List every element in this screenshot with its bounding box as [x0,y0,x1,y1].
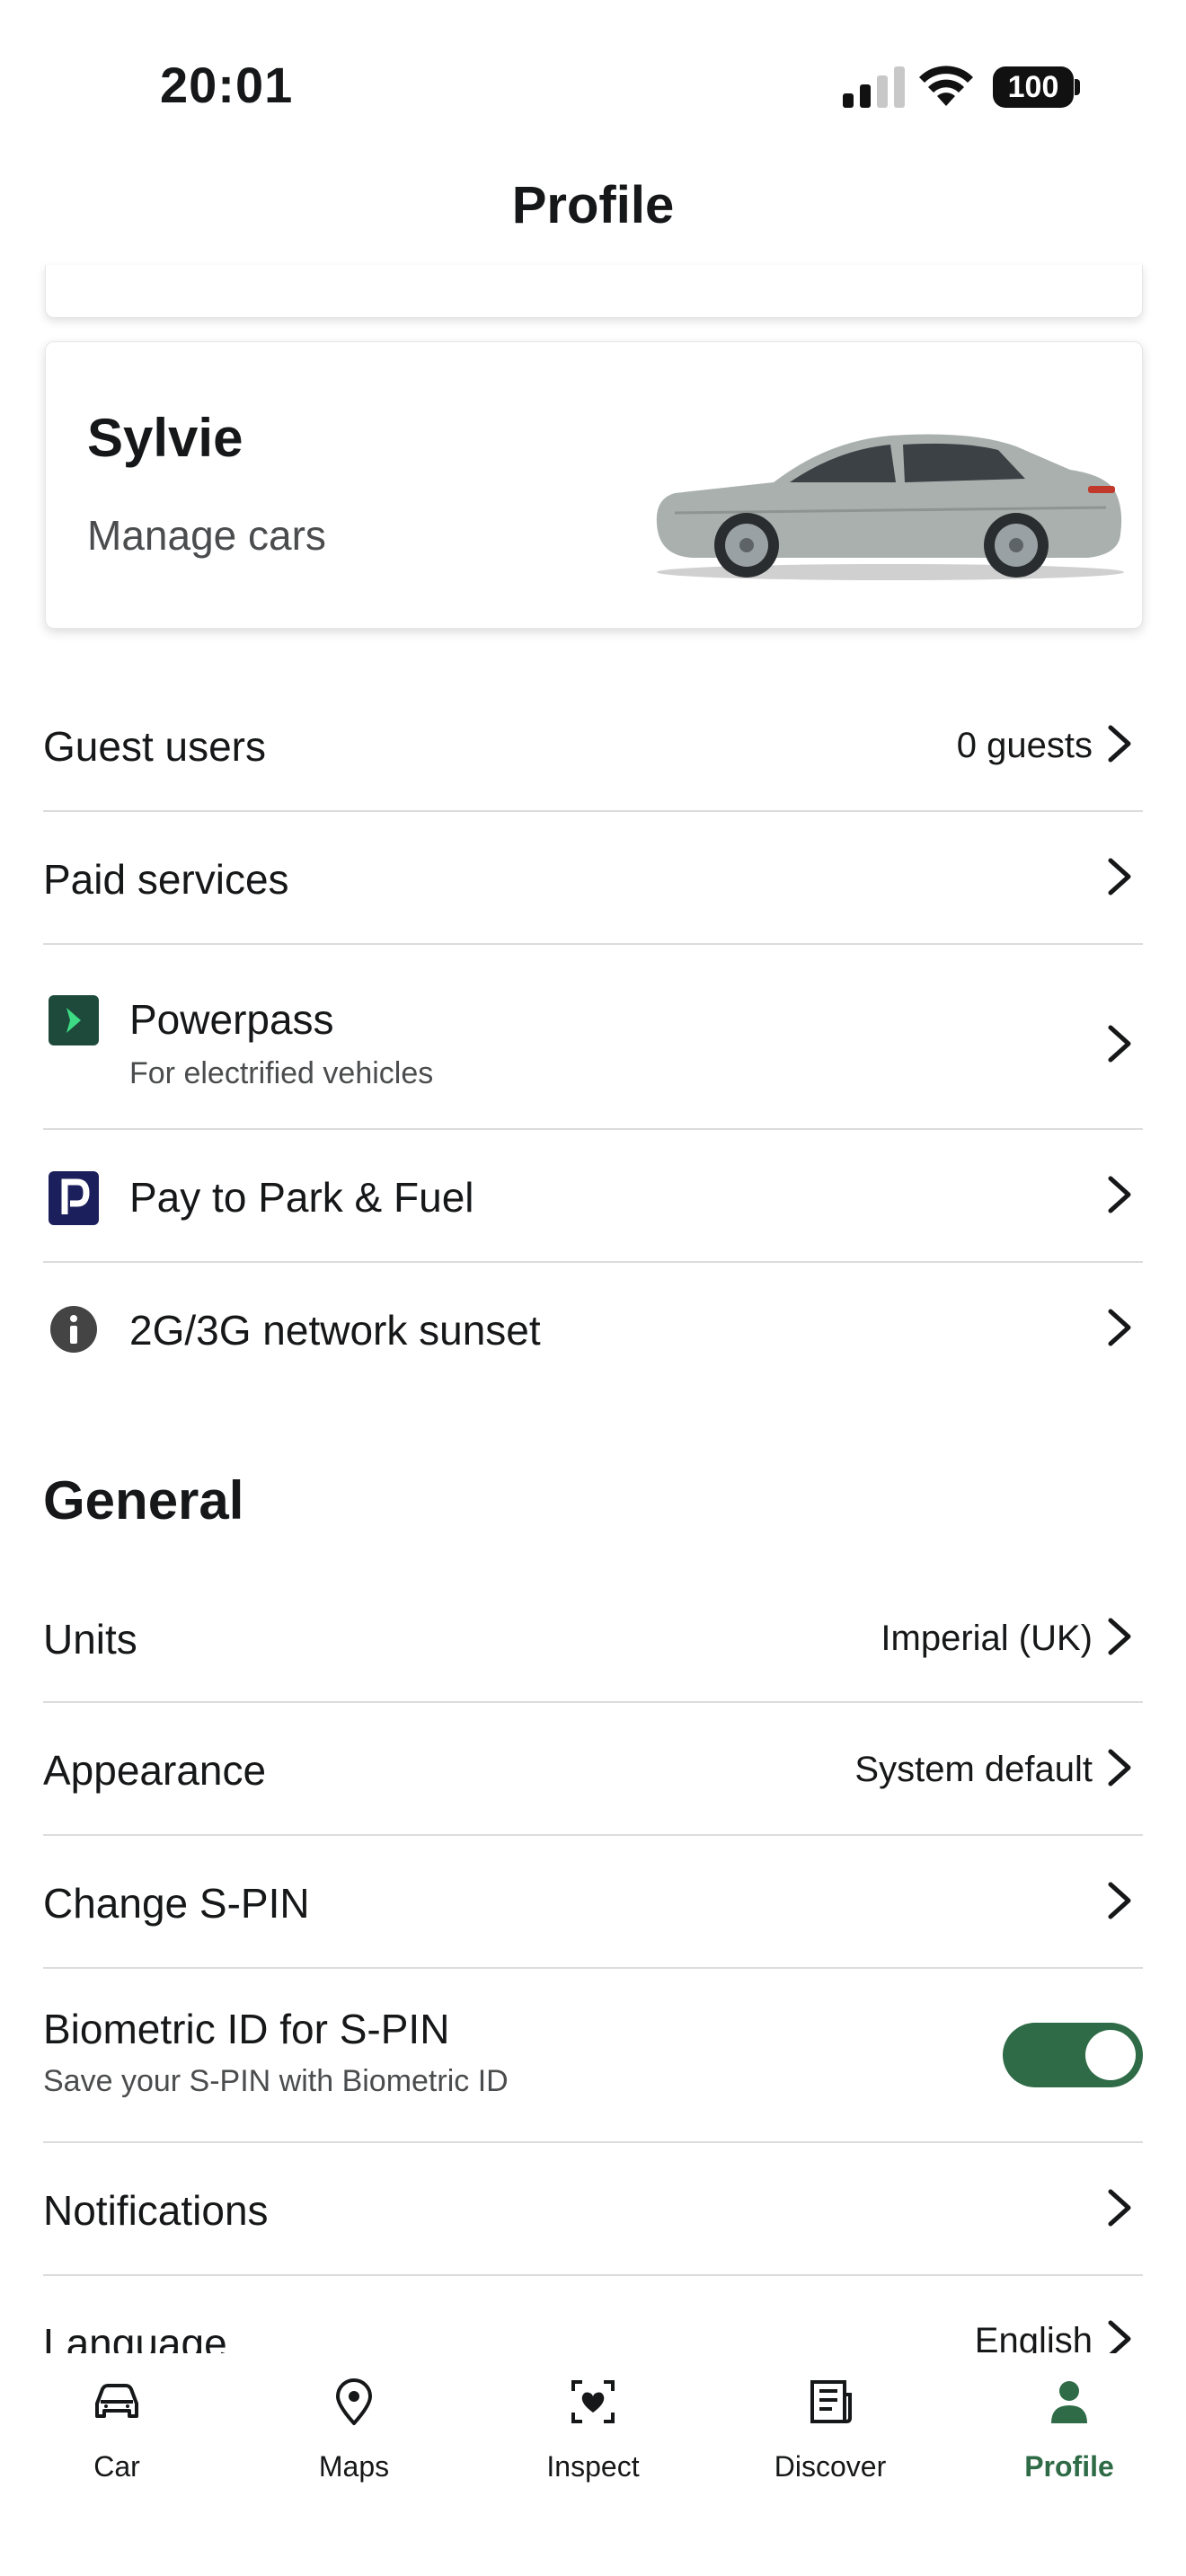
guest-users-row[interactable]: Guest users 0 guests [43,710,1143,812]
row-label: Change S-PIN [43,1880,310,1927]
row-label: Language [43,2320,227,2353]
chevron-right-icon [1108,1025,1131,1063]
biometric-toggle[interactable] [1003,2023,1143,2087]
nav-item-profile[interactable]: Profile [979,2373,1159,2483]
units-row[interactable]: Units Imperial (UK) [43,1572,1143,1703]
nav-label: Discover [774,2450,887,2483]
powerpass-icon [49,995,99,1045]
paid-services-row[interactable]: Paid services [43,812,1143,945]
appearance-row[interactable]: Appearance System default [43,1703,1143,1836]
pay-to-park-row[interactable]: Pay to Park & Fuel [43,1130,1143,1263]
row-label: Appearance [43,1747,267,1794]
language-row[interactable]: Language English [43,2276,1143,2353]
page-title: Profile [511,176,675,234]
biometric-row: Biometric ID for S-PIN Save your S-PIN w… [43,1969,1143,2143]
car-card[interactable]: Sylvie Manage cars [45,341,1143,629]
row-value: English [974,2321,1093,2353]
row-sublabel: For electrified vehicles [129,1056,434,1090]
chevron-right-icon [1108,2189,1131,2227]
toggle-knob [1085,2030,1136,2080]
bottom-nav: Car Maps Inspect Discover Profile [0,2353,1186,2576]
row-value: 0 guests [956,726,1093,765]
map-pin-icon [336,2378,372,2425]
chevron-right-icon [1108,1882,1131,1919]
nav-label: Car [93,2450,140,2483]
row-label: Powerpass [129,996,334,1043]
nav-item-car[interactable]: Car [27,2373,207,2483]
nav-item-discover[interactable]: Discover [740,2373,920,2483]
person-icon [1051,2381,1087,2423]
chevron-right-icon [1108,725,1131,763]
row-label: Units [43,1616,137,1663]
row-label: 2G/3G network sunset [129,1307,541,1354]
notifications-row[interactable]: Notifications [43,2143,1143,2276]
row-value: Imperial (UK) [881,1619,1093,1658]
battery-indicator: 100 [993,66,1074,108]
section-title-general: General [43,1470,244,1531]
row-sublabel: Save your S-PIN with Biometric ID [43,2064,509,2098]
cellular-signal-icon [843,66,905,108]
row-label: Notifications [43,2187,269,2234]
status-bar: 20:01 100 [0,0,1186,171]
news-icon [810,2380,852,2423]
parking-icon [49,1171,99,1225]
partial-card[interactable] [45,265,1143,318]
chevron-right-icon [1108,1309,1131,1346]
nav-label: Profile [1024,2450,1114,2483]
nav-label: Inspect [546,2450,640,2483]
row-label: Pay to Park & Fuel [129,1174,474,1221]
powerpass-row[interactable]: Powerpass For electrified vehicles [43,945,1143,1130]
row-label: Biometric ID for S-PIN [43,2006,450,2052]
chevron-right-icon [1108,2320,1131,2353]
info-icon [50,1306,97,1353]
chevron-right-icon [1108,858,1131,895]
row-label: Guest users [43,723,266,770]
nav-label: Maps [318,2450,390,2483]
nav-item-inspect[interactable]: Inspect [503,2373,683,2483]
status-time: 20:01 [160,57,294,113]
chevron-right-icon [1108,1749,1131,1786]
inspect-icon [571,2380,615,2423]
battery-tip [1075,79,1080,95]
car-image [656,434,1124,580]
chevron-right-icon [1108,1176,1131,1213]
car-name: Sylvie [87,408,243,468]
change-spin-row[interactable]: Change S-PIN [43,1836,1143,1969]
chevron-right-icon [1108,1618,1131,1655]
manage-cars-link[interactable]: Manage cars [87,511,326,560]
car-icon [95,2384,138,2418]
row-value: System default [854,1750,1093,1789]
network-sunset-row[interactable]: 2G/3G network sunset [43,1263,1143,1396]
wifi-icon [919,66,973,106]
row-label: Paid services [43,856,289,903]
nav-item-maps[interactable]: Maps [264,2373,444,2483]
